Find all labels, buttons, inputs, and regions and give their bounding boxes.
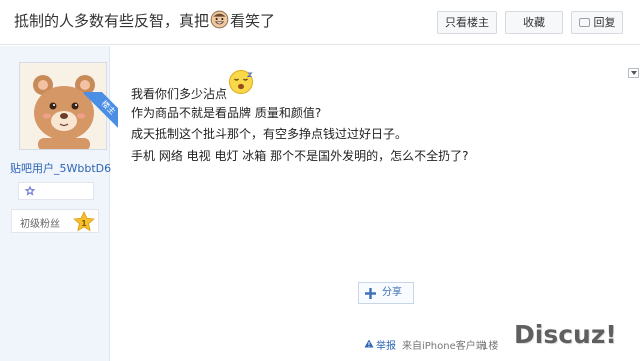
post-text-line: 作为商品不就是看品牌 质量和颜值? <box>131 106 322 120</box>
discuz-watermark: Discuz! <box>514 320 617 349</box>
report-link[interactable]: 举报 <box>376 337 396 352</box>
fan-level-box[interactable]: 初级粉丝 1 <box>11 209 99 233</box>
client-source-text: 来自iPhone客户端 <box>402 341 486 352</box>
floor-number: 1楼 <box>482 341 499 352</box>
thread-page: 抵制的人多数有些反智，真把 看笑了 只看楼主 收藏 回复 楼主 贴吧用户_5Wb… <box>0 0 640 361</box>
username-link[interactable]: 贴吧用户_5WbbtD6 <box>10 160 111 176</box>
thread-title-text-end: 看笑了 <box>230 12 276 30</box>
level-star-icon: 1 <box>73 211 95 232</box>
post-menu-toggle[interactable] <box>628 68 639 78</box>
post-content: 我看你们多少沾点 作为商品不就是看品牌 质量和颜值? 成天抵制这个批斗那个，有空… <box>110 46 640 361</box>
level-number: 1 <box>81 219 87 228</box>
reply-button[interactable]: 回复 <box>571 11 623 34</box>
thread-title: 抵制的人多数有些反智，真把 看笑了 <box>14 10 275 31</box>
post-text-line: 成天抵制这个批斗那个，有空多挣点钱过过好日子。 <box>131 127 408 141</box>
share-button[interactable]: 分享 <box>358 282 414 304</box>
thread-header: 抵制的人多数有些反智，真把 看笑了 只看楼主 收藏 回复 <box>0 0 640 45</box>
reply-button-label: 回复 <box>593 16 616 29</box>
member-badge-box <box>18 182 94 200</box>
plus-icon <box>365 288 376 299</box>
collect-button[interactable]: 收藏 <box>505 11 563 34</box>
fan-level-label: 初级粉丝 <box>20 219 60 230</box>
grinning-face-emoji-icon <box>210 10 229 29</box>
author-sidebar: 楼主 贴吧用户_5WbbtD6 初级粉丝 1 <box>0 46 118 361</box>
share-button-label: 分享 <box>382 287 402 298</box>
post-text-line: 我看你们多少沾点 <box>131 87 228 101</box>
post-text-line: 手机 网络 电视 电灯 冰箱 那个不是国外发明的，怎么不全扔了? <box>131 149 469 163</box>
thread-title-text-start: 抵制的人多数有些反智，真把 <box>14 12 210 30</box>
reply-icon <box>578 18 590 27</box>
sleepy-face-emoji-icon <box>229 70 253 94</box>
only-op-button[interactable]: 只看楼主 <box>437 11 497 34</box>
member-badge-icon <box>24 185 36 196</box>
warning-icon <box>364 339 374 348</box>
